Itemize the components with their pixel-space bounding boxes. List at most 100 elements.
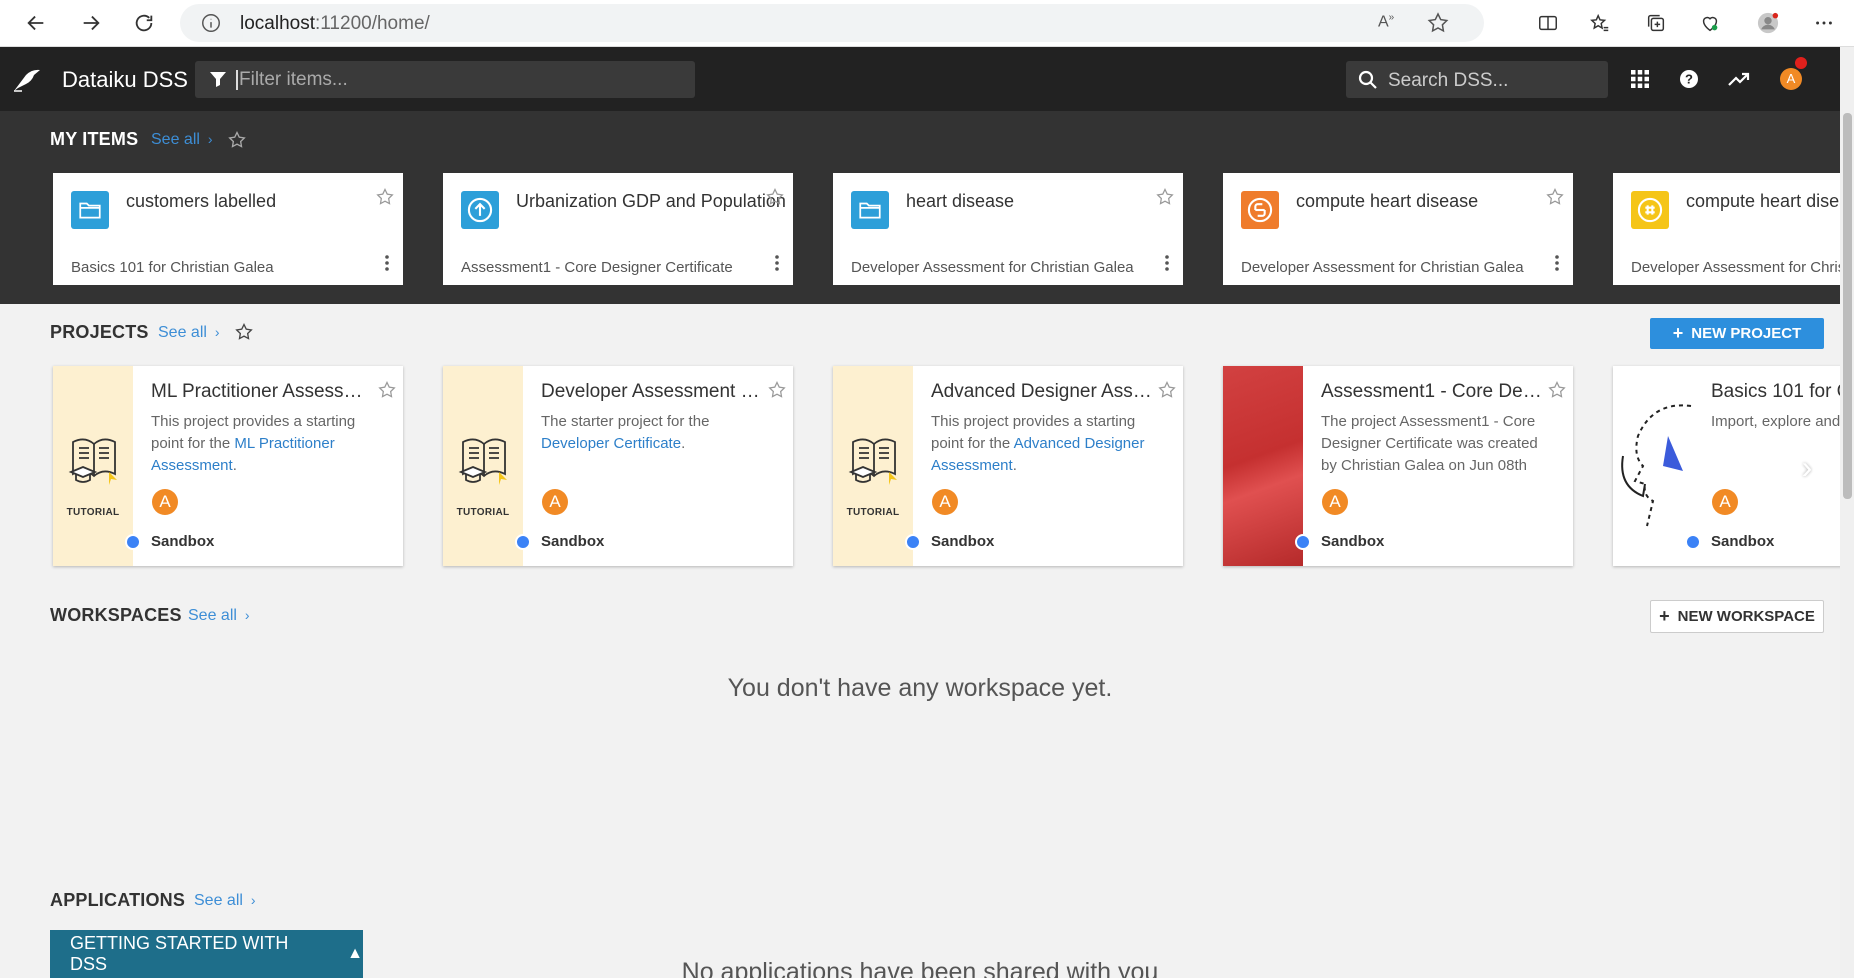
item-title[interactable]: compute heart disease (1686, 191, 1840, 212)
project-description: The starter project for the Developer Ce… (541, 413, 710, 452)
item-card[interactable]: Urbanization GDP and Population Assessme… (443, 173, 793, 285)
item-project[interactable]: Assessment1 - Core Designer Certificate (461, 259, 733, 276)
star-icon[interactable] (765, 187, 785, 207)
more-options-icon[interactable] (1808, 8, 1840, 38)
project-card[interactable]: TUTORIAL Developer Assessment for Christ… (443, 366, 793, 566)
kebab-menu-icon[interactable] (1165, 255, 1169, 271)
kebab-menu-icon[interactable] (385, 255, 389, 271)
tutorial-book-icon (458, 438, 507, 485)
owner-avatar[interactable]: A (932, 489, 958, 515)
item-card[interactable]: heart disease Developer Assessment for C… (833, 173, 1183, 285)
getting-started-button[interactable]: GETTING STARTED WITH DSS ▲ (50, 930, 363, 978)
split-screen-icon[interactable] (1532, 8, 1564, 38)
item-title[interactable]: compute heart disease (1296, 191, 1478, 212)
star-icon[interactable] (1155, 187, 1175, 207)
my-items-star-icon[interactable] (227, 130, 247, 150)
favorites-icon[interactable] (1584, 8, 1616, 38)
user-avatar[interactable]: A (1780, 68, 1802, 90)
item-card[interactable]: compute heart disease Developer Assessme… (1223, 173, 1573, 285)
owner-avatar[interactable]: A (542, 489, 568, 515)
star-icon[interactable] (767, 380, 787, 400)
workspaces-see-all-link[interactable]: See all › (188, 607, 250, 625)
star-icon[interactable] (1157, 380, 1177, 400)
scrollbar-thumb[interactable] (1843, 113, 1852, 499)
project-title[interactable]: Assessment1 - Core Designer Certificate (1321, 381, 1543, 403)
projects-next-arrow-icon[interactable]: › (1796, 451, 1818, 483)
project-status: Sandbox (1321, 533, 1385, 550)
star-icon[interactable] (1547, 380, 1567, 400)
tutorial-book-icon (68, 438, 117, 485)
item-project[interactable]: Developer Assessment for Christian Galea (851, 259, 1134, 276)
project-description: Import, explore and first dataset (1711, 413, 1840, 430)
project-description: This project provides a starting point f… (151, 413, 356, 474)
owner-avatar[interactable]: A (1712, 489, 1738, 515)
text-caret (236, 70, 238, 90)
plus-icon: + (1672, 323, 1684, 343)
favorite-star-icon[interactable] (1426, 11, 1450, 35)
kebab-menu-icon[interactable] (1555, 255, 1559, 271)
project-card[interactable]: TUTORIAL Advanced Designer Assessment Th… (833, 366, 1183, 566)
item-project[interactable]: Developer Assessment for Christian Galea (1631, 259, 1840, 276)
url-text[interactable]: localhost:11200/home/ (240, 13, 430, 35)
project-thumbnail: TUTORIAL (53, 366, 133, 566)
profile-face-icon (1621, 404, 1692, 527)
star-icon[interactable] (377, 380, 397, 400)
star-icon[interactable] (1545, 187, 1565, 207)
search-dss-input[interactable]: Search DSS... (1346, 61, 1608, 98)
filter-placeholder: Filter items... (239, 69, 348, 90)
projects-see-all-link[interactable]: See all › (158, 324, 220, 342)
project-title[interactable]: Advanced Designer Assessment (931, 381, 1153, 403)
read-aloud-icon[interactable]: A» (1378, 12, 1402, 34)
item-title[interactable]: Urbanization GDP and Population (516, 191, 786, 212)
new-project-button[interactable]: + NEW PROJECT (1650, 318, 1824, 349)
search-placeholder: Search DSS... (1388, 70, 1509, 91)
kebab-menu-icon[interactable] (775, 255, 779, 271)
help-icon[interactable]: ? (1677, 67, 1701, 91)
workspaces-empty-message: You don't have any workspace yet. (727, 674, 1113, 702)
trends-icon[interactable] (1727, 67, 1751, 91)
app-title[interactable]: Dataiku DSS (62, 67, 188, 93)
workspaces-title: WORKSPACES (50, 605, 182, 625)
dataiku-bird-logo-icon[interactable] (12, 67, 42, 93)
status-dot (1685, 534, 1701, 550)
project-title[interactable]: ML Practitioner Assessment (151, 381, 373, 403)
address-bar[interactable]: localhost:11200/home/ A» (180, 4, 1484, 42)
folder-icon (851, 191, 889, 229)
applications-title: APPLICATIONS (50, 890, 186, 910)
filter-items-input[interactable]: Filter items... (195, 61, 695, 98)
star-icon[interactable] (375, 187, 395, 207)
owner-avatar[interactable]: A (152, 489, 178, 515)
project-link[interactable]: Developer Certificate (541, 435, 681, 452)
item-card[interactable]: customers labelled Basics 101 for Christ… (53, 173, 403, 285)
folder-icon (71, 191, 109, 229)
project-card[interactable]: Assessment1 - Core Designer Certificate … (1223, 366, 1573, 566)
project-status: Sandbox (1711, 533, 1775, 550)
project-thumbnail (1223, 366, 1303, 566)
collections-icon[interactable] (1640, 8, 1672, 38)
refresh-icon[interactable] (128, 8, 160, 38)
item-title[interactable]: heart disease (906, 191, 1014, 212)
project-title[interactable]: Basics 101 for Christian Galea (1711, 381, 1840, 403)
new-workspace-button[interactable]: + NEW WORKSPACE (1650, 600, 1824, 633)
owner-avatar[interactable]: A (1322, 489, 1348, 515)
applications-see-all-link[interactable]: See all › (194, 892, 256, 910)
item-title[interactable]: customers labelled (126, 191, 276, 212)
chevron-up-icon: ▲ (347, 945, 363, 962)
my-items-see-all-link[interactable]: See all › (151, 131, 213, 149)
dss-top-nav: Dataiku DSS Filter items... Search DSS..… (0, 47, 1840, 111)
tutorial-label: TUTORIAL (846, 507, 900, 518)
tutorial-label: TUTORIAL (456, 507, 510, 518)
my-items-next-arrow-icon[interactable]: › (1793, 213, 1815, 245)
browser-essentials-icon[interactable] (1694, 8, 1726, 38)
project-card[interactable]: TUTORIAL ML Practitioner Assessment This… (53, 366, 403, 566)
back-icon[interactable] (20, 8, 52, 38)
my-items-title: MY ITEMS (50, 129, 139, 149)
info-icon[interactable] (200, 12, 222, 34)
project-title[interactable]: Developer Assessment for Christian Galea (541, 381, 763, 403)
apps-grid-icon[interactable] (1628, 67, 1652, 91)
forward-icon[interactable] (75, 8, 107, 38)
item-project[interactable]: Developer Assessment for Christian Galea (1241, 259, 1524, 276)
profile-icon[interactable] (1752, 8, 1784, 38)
item-project[interactable]: Basics 101 for Christian Galea (71, 259, 274, 276)
projects-star-icon[interactable] (234, 322, 254, 342)
